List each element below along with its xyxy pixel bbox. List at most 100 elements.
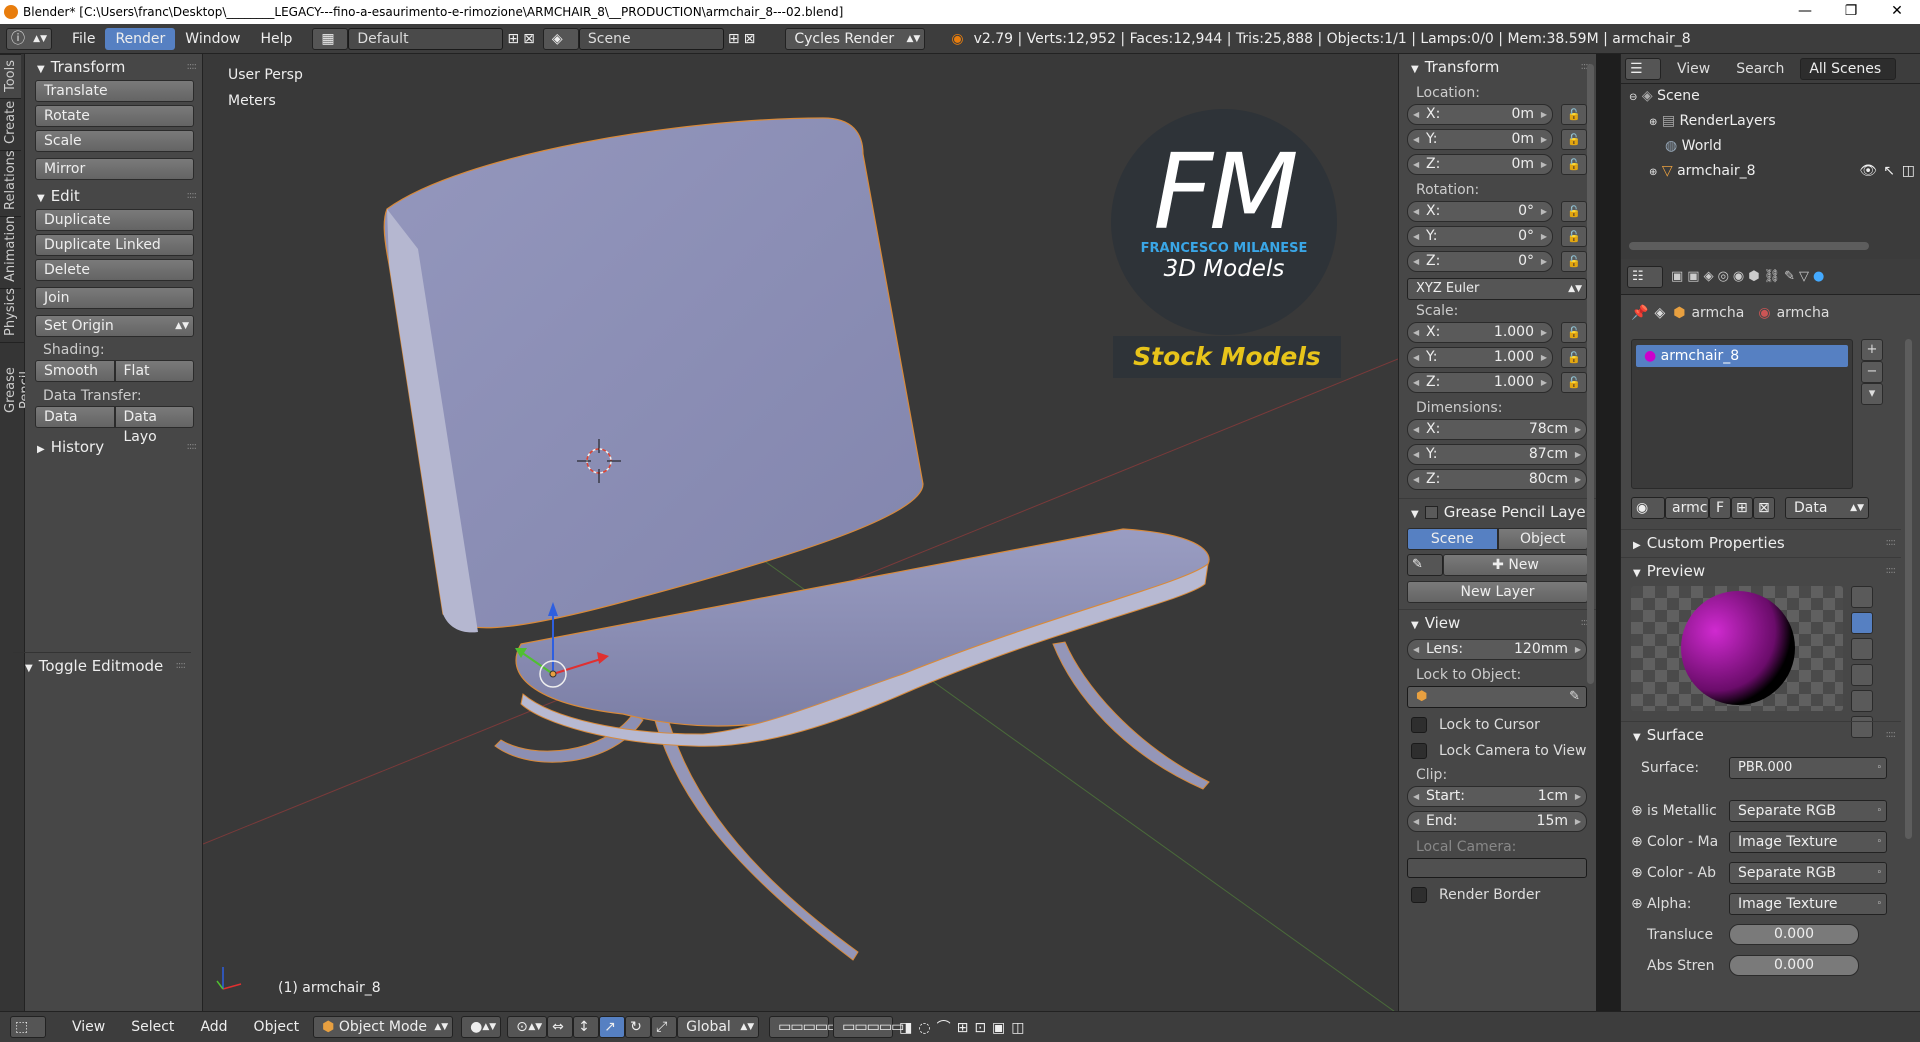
pivot-point-dropdown[interactable]: ⊙ ▲▼ [507,1016,548,1038]
abs-strength-slider[interactable]: 0.000 [1729,955,1859,976]
screen-layout-field[interactable]: Default [348,27,504,50]
translucence-slider[interactable]: 0.000 [1729,924,1859,945]
layout-icon[interactable]: ▦ [312,27,349,50]
lock-icon[interactable]: 🔓 [1561,347,1587,368]
properties-scrollbar[interactable] [1905,339,1912,839]
properties-editor-type[interactable]: ☷ [1627,265,1663,288]
scale-button[interactable]: Scale [35,130,194,152]
preview-monkey-icon[interactable] [1851,664,1873,686]
add-slot-icon[interactable]: + [1861,339,1883,361]
unlink-material-icon[interactable]: ⊠ [1753,497,1775,519]
lock-icon[interactable]: 🔓 [1561,129,1587,150]
link-data-dropdown[interactable]: Data ▲▼ [1785,497,1869,519]
outliner-row-armchair[interactable]: ⊕ ▽ armchair_8 👁 ↖ ◫ [1621,159,1920,184]
duplicate-linked-button[interactable]: Duplicate Linked [35,234,194,256]
menu-render[interactable]: Render [105,27,176,50]
smooth-button[interactable]: Smooth [35,360,115,382]
data-layout-button[interactable]: Data Layo [114,406,194,445]
menu-add[interactable]: Add [200,1019,227,1035]
menu-object[interactable]: Object [254,1019,300,1035]
preview-cube-icon[interactable] [1851,638,1873,660]
surface-header[interactable]: ▼ Surface:::: [1621,721,1901,747]
scale-manipulator-icon[interactable]: ⤢ [651,1016,678,1038]
viewport-tool-icons[interactable]: ◨◌⌒⊞⊡▣◫ [899,1017,1030,1037]
set-origin-dropdown[interactable]: Set Origin ▲▼ [35,315,194,337]
remove-scene-icon[interactable]: ⊠ [744,31,756,47]
rotation-z-field[interactable]: ◀ Z: 0° ▶ [1407,251,1553,272]
rotation-x-field[interactable]: ◀ X: 0° ▶ [1407,201,1553,222]
clip-end-field[interactable]: ◀ End: 15m ▶ [1407,811,1587,832]
surface-shader-dropdown[interactable]: PBR.000 ◦ [1729,757,1887,779]
layers-grid-2[interactable]: ▭▭▭▭▭ [833,1016,904,1038]
transform-panel-header[interactable]: ▼ Transform:::: [25,54,202,80]
history-panel-header[interactable]: ▶ History:::: [25,434,202,460]
outliner-display-mode[interactable]: All Scenes [1800,57,1897,80]
fake-user-button[interactable]: F [1709,497,1731,519]
clip-start-field[interactable]: ◀ Start: 1cm ▶ [1407,786,1587,807]
outliner-row-scene[interactable]: ⊖ ◈ Scene [1621,84,1920,109]
lock-icon[interactable]: 🔓 [1561,251,1587,272]
tab-create[interactable]: Create [0,98,21,150]
scale-z-field[interactable]: ◀ Z: 1.000 ▶ [1407,372,1553,393]
pin-icon[interactable]: 📌 [1631,305,1648,321]
viewport-shading-dropdown[interactable]: ● ▲▼ [461,1016,502,1038]
delete-button[interactable]: Delete [35,259,194,281]
input-link-dropdown[interactable]: Separate RGB ◦ [1729,861,1887,884]
tab-animation[interactable]: Animation [0,216,21,288]
lock-camera-checkbox[interactable]: Lock Camera to View [1399,738,1596,764]
lock-icon[interactable]: 🔓 [1561,226,1587,247]
selectable-arrow-icon[interactable]: ↖ [1883,159,1895,184]
scene-field[interactable]: Scene [578,27,724,50]
data-button[interactable]: Data [35,406,115,428]
input-link-dropdown[interactable]: Separate RGB ◦ [1729,799,1887,822]
eyedropper-icon[interactable]: ✎ [1569,687,1580,707]
edit-panel-header[interactable]: ▼ Edit:::: [25,183,202,209]
outliner-scrollbar[interactable] [1629,242,1869,250]
material-name-field[interactable]: armc [1665,497,1709,519]
render-engine-dropdown[interactable]: Cycles Render ▲▼ [785,27,926,50]
lock-icon[interactable]: 🔓 [1561,201,1587,222]
mirror-button[interactable]: Mirror [35,158,194,180]
render-camera-icon[interactable]: ◫ [1902,159,1915,184]
lock-icon[interactable]: 🔓 [1561,104,1587,125]
remove-slot-icon[interactable]: − [1861,361,1883,383]
tab-tools[interactable]: Tools [0,54,21,98]
location-x-field[interactable]: ◀ X: 0m ▶ [1407,104,1553,125]
gp-pencil-icon[interactable]: ✎ [1407,554,1443,576]
expand-input-icon[interactable]: ⊕ [1631,865,1647,881]
toggle-editmode-header[interactable]: ▼ Toggle Editmode:::: [13,652,191,678]
visibility-eye-icon[interactable]: 👁 [1859,159,1877,184]
transform-orientation-dropdown[interactable]: Global ▲▼ [677,1016,760,1038]
n-view-header[interactable]: ▼ View:::: [1399,609,1596,635]
lock-icon[interactable]: 🔓 [1561,372,1587,393]
scale-x-field[interactable]: ◀ X: 1.000 ▶ [1407,322,1553,343]
dimension-y-field[interactable]: ◀ Y: 87cm ▶ [1407,444,1587,465]
menu-window[interactable]: Window [175,28,250,50]
lock-icon[interactable]: 🔓 [1561,322,1587,343]
rotation-y-field[interactable]: ◀ Y: 0° ▶ [1407,226,1553,247]
scale-y-field[interactable]: ◀ Y: 1.000 ▶ [1407,347,1553,368]
menu-select[interactable]: Select [131,1019,174,1035]
input-link-dropdown[interactable]: Image Texture ◦ [1729,830,1887,853]
outliner-row-renderlayers[interactable]: ⊕ ▤ RenderLayers [1621,109,1920,134]
dimension-z-field[interactable]: ◀ Z: 80cm ▶ [1407,469,1587,490]
expand-input-icon[interactable]: ⊕ [1631,834,1647,850]
rotation-mode-dropdown[interactable]: XYZ Euler ▲▼ [1407,278,1587,300]
grease-pencil-checkbox[interactable] [1424,506,1438,519]
breadcrumb-object[interactable]: armcha [1691,305,1744,321]
menu-file[interactable]: File [62,28,105,50]
join-button[interactable]: Join [35,287,194,309]
new-material-icon[interactable]: ⊞ [1731,497,1753,519]
add-layout-icon[interactable]: ⊞ [507,31,519,47]
location-y-field[interactable]: ◀ Y: 0m ▶ [1407,129,1553,150]
flat-button[interactable]: Flat [114,360,194,382]
location-z-field[interactable]: ◀ Z: 0m ▶ [1407,154,1553,175]
tab-relations[interactable]: Relations [0,150,21,216]
menu-help[interactable]: Help [250,28,302,50]
maximize-button[interactable]: ❐ [1828,0,1874,24]
outliner-editor-type[interactable]: ☰ [1625,57,1661,80]
remove-layout-icon[interactable]: ⊠ [523,31,535,47]
material-slot-item[interactable]: ● armchair_8 [1636,345,1848,367]
gp-scene-button[interactable]: Scene [1407,528,1498,550]
gp-new-layer-button[interactable]: New Layer [1407,581,1588,603]
